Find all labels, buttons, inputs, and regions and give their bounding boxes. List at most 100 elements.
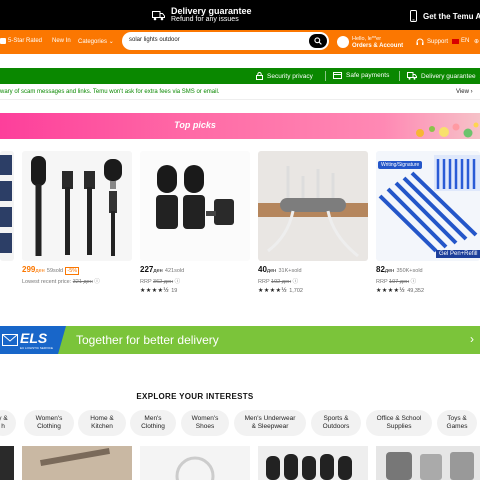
chip-line1: y & [0,415,8,422]
interest-chip[interactable]: Women's Clothing [24,410,74,436]
price-value: 82 [376,265,385,274]
top-banner: Delivery guarantee Refund for any issues… [0,0,480,30]
guarantee-subtitle: Refund for any issues [171,16,239,23]
sold-count: 31K+sold [278,268,302,274]
rrp-value: 107 ден [389,279,410,285]
els-banner[interactable]: ELS EU LOGISTIC SERVICE Together for bet… [0,326,480,354]
rrp-label: RRP [376,279,388,285]
product-price: 227ден 421sold [140,265,184,274]
divider [325,71,326,81]
interest-chip[interactable]: y &h [0,410,16,436]
interest-chip[interactable]: Men's Underwear & Sleepwear [234,410,306,436]
security-privacy-label: Security privacy [267,72,313,80]
search-bar[interactable]: solar lights outdoor [122,32,329,50]
rrp-value: 362 ден [153,279,174,285]
price-value: 227 [140,265,154,274]
new-in-link[interactable]: New In [52,38,71,44]
orders-account-link[interactable]: Orders & Account [352,43,403,49]
scam-alert-message: wary of scam messages and links. Temu wo… [0,89,220,95]
interest-chip[interactable]: Men's Clothing [130,410,176,436]
support-link[interactable]: Support [416,38,448,46]
product-image-microphone-kit [22,151,132,261]
alert-view-link[interactable]: View › [456,89,473,95]
interest-chip[interactable]: Women's Shoes [181,410,229,436]
avatar[interactable] [337,36,349,48]
chip-line1: Office & School [376,415,422,422]
gel-pen-tag: Gel Pen+Refill [436,250,480,258]
price-unit: ден [266,268,277,274]
price-unit: ден [153,268,163,274]
safe-payments-label: Safe payments [346,72,390,79]
categories-menu[interactable]: Categories ⌄ [78,38,114,45]
guarantee-title: Delivery guarantee [171,6,252,16]
chip-line2: Games [446,422,468,430]
delivery-guarantee-link[interactable]: Delivery guarantee › [407,72,480,80]
search-button[interactable] [309,34,327,48]
rrp-value: 102 ден [271,279,292,285]
card-icon [333,72,342,79]
chip-line2: Kitchen [91,422,113,430]
chip-line1: Men's Underwear [244,415,296,422]
discount-badge: -5% [65,267,80,275]
interest-chip[interactable]: Home & Kitchen [78,410,126,436]
top-picks-banner: Top picks [0,113,480,139]
review-count: 19 [171,288,178,294]
lowest-price-label: Lowest recent price: [22,279,72,285]
five-star-rated-link[interactable]: 5-Star Rated [0,38,42,44]
delivery-guarantee-label: Delivery guarantee [421,72,476,80]
truck-icon [407,72,417,80]
chevron-right-icon: › [470,332,474,346]
support-label: Support [427,39,449,45]
divider [399,71,400,81]
product-image-solar-panels [0,151,14,261]
product-price: 40ден 31K+sold [258,265,302,274]
safe-payments-link[interactable]: Safe payments [333,72,389,79]
chevron-down-icon: ⌄ [108,39,114,45]
account-greeting[interactable]: Hello, le**er [352,36,381,42]
sold-count: 421sold [164,268,185,274]
chip-line2: Supplies [386,422,412,430]
star-rating: ★★★★½ [140,288,170,294]
els-logo-text: ELS [20,330,48,346]
search-icon [314,37,322,45]
rrp-label: RRP [140,279,152,285]
security-privacy-link[interactable]: Security privacy [256,72,313,80]
chip-line1: Women's [191,415,219,422]
envelope-icon [2,334,18,346]
rating: ★★★★½ 19 [140,287,177,294]
trust-bar: Security privacy Safe payments Delivery … [0,68,480,84]
writing-tag: Writing/Signature [378,161,423,169]
thumb-icon [0,38,6,44]
chip-line2: Shoes [195,422,215,430]
top-picks-title: Top picks [174,120,216,130]
sold-count: 59sold [46,268,64,274]
rrp-label: RRP [258,279,270,285]
scam-alert: wary of scam messages and links. Temu wo… [0,86,480,100]
phone-icon [410,10,417,22]
chip-line2: Clothing [37,422,61,430]
price-value: 299 [22,265,36,274]
product-image-cable-organizer [258,151,368,261]
cart-icon[interactable]: ⊕ [474,38,479,45]
headset-icon [416,38,424,45]
rrp-price: RRP 102 ден ⓘ [258,279,299,285]
flag-icon [452,38,459,44]
search-input[interactable]: solar lights outdoor [129,37,180,43]
chip-line2: h [1,422,5,430]
get-app-link[interactable]: Get the Temu App [410,10,480,22]
interest-chip[interactable]: Office & School Supplies [366,410,432,436]
delivery-guarantee-banner[interactable]: Delivery guarantee Refund for any issues [152,7,252,24]
review-count: 1,702 [289,288,303,294]
chip-line1: Women's [35,415,63,422]
chip-line1: Sports & [323,415,349,422]
lock-icon [256,72,263,80]
interest-chip[interactable]: Toys & Games [437,410,477,436]
price-value: 40 [258,265,267,274]
product-price: 299ден 59sold -5% [22,265,80,275]
chip-line2: Outdoors [322,422,350,430]
interest-chip[interactable]: Sports & Outdoors [311,410,361,436]
view-label: View [456,89,469,95]
five-star-rated-label: 5-Star Rated [8,38,43,44]
product-image-lavalier-microphones [140,151,250,261]
language-selector[interactable]: EN [452,38,469,44]
